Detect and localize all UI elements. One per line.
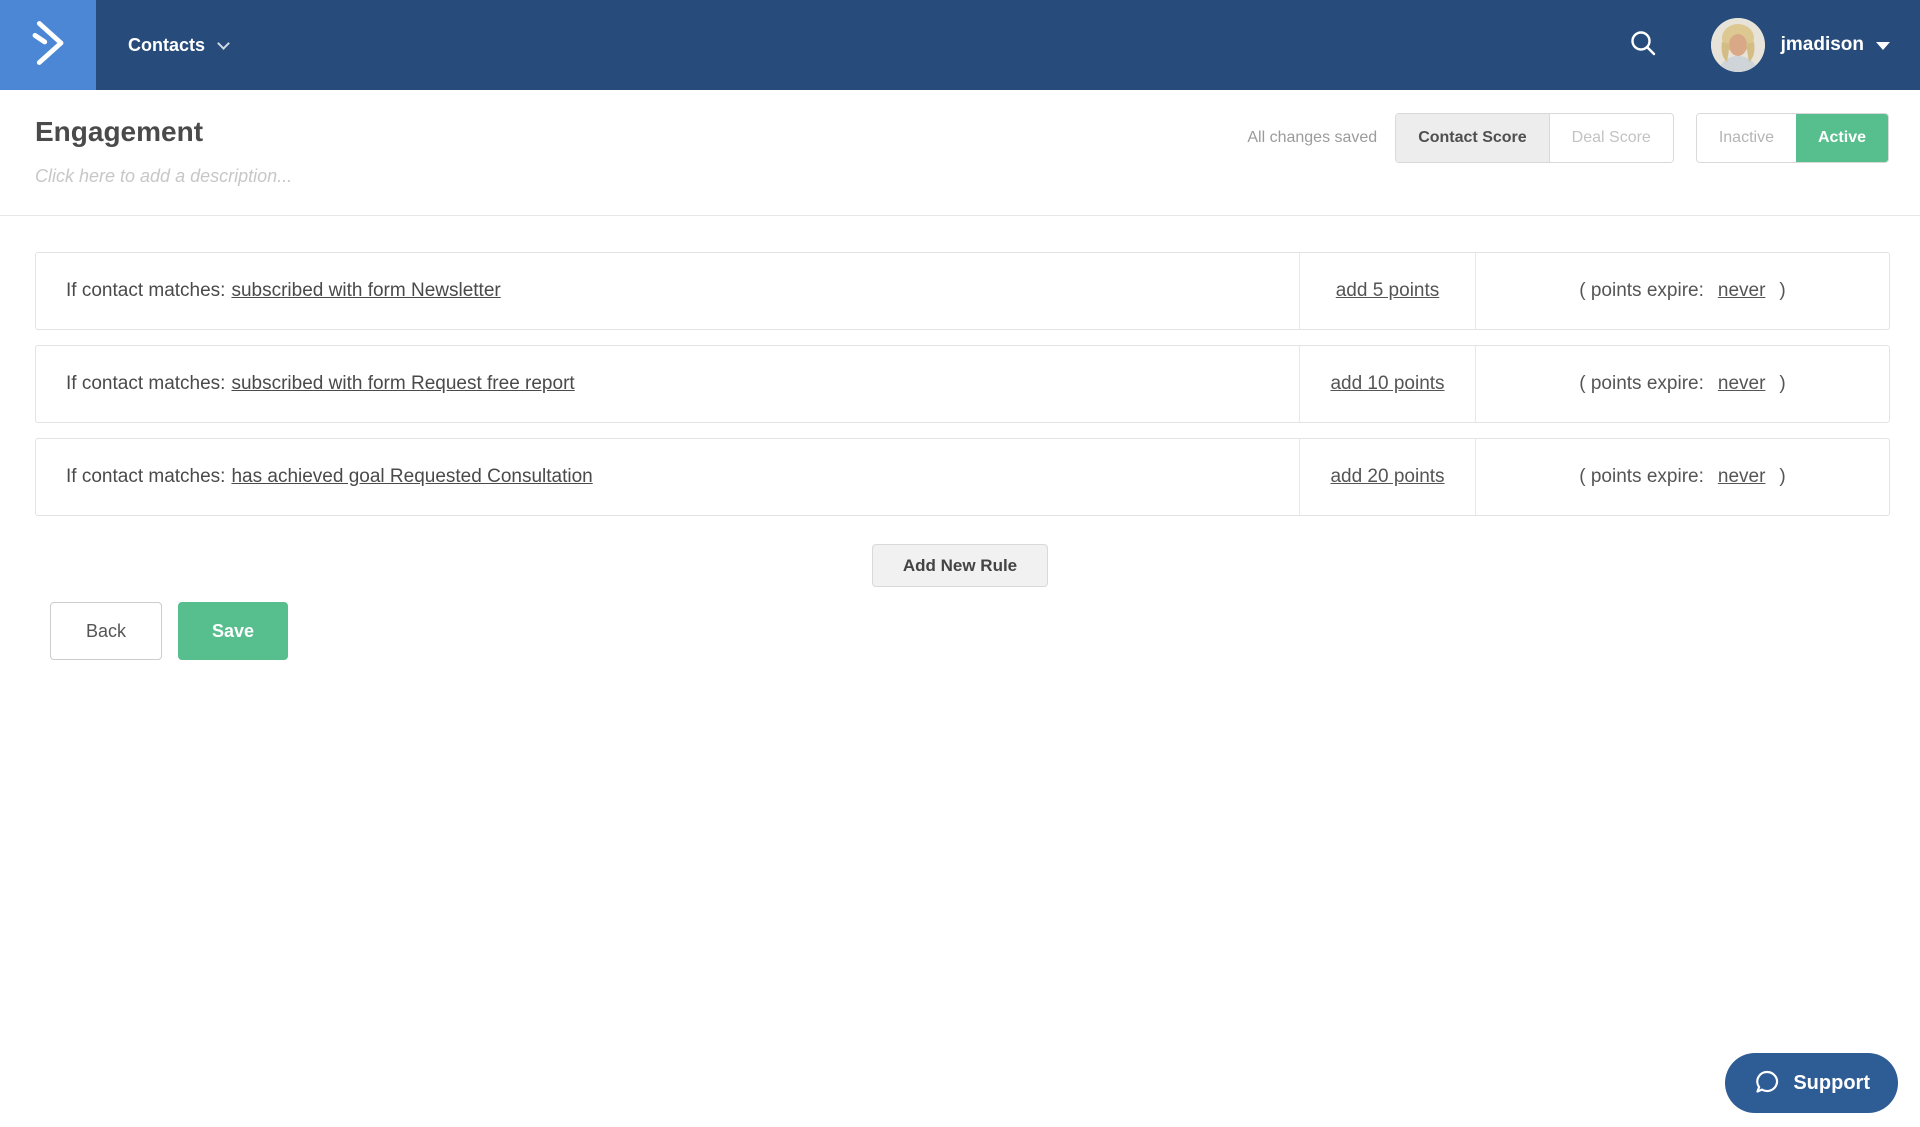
page-header: Engagement Click here to add a descripti…	[0, 90, 1920, 216]
rule-points-link[interactable]: add 5 points	[1336, 280, 1440, 302]
footer-actions: Back Save	[50, 602, 1920, 660]
score-type-toggle: Contact Score Deal Score	[1395, 113, 1674, 163]
support-button[interactable]: Support	[1725, 1053, 1898, 1113]
chevron-down-icon	[217, 36, 230, 50]
save-button[interactable]: Save	[178, 602, 288, 660]
expire-value-link[interactable]: never	[1718, 466, 1766, 488]
header-controls: All changes saved Contact Score Deal Sco…	[1247, 113, 1889, 163]
rule-expire-cell: ( points expire: never )	[1476, 253, 1889, 329]
rule-condition-link[interactable]: subscribed with form Request free report	[231, 373, 574, 395]
rule-condition-cell: If contact matches: subscribed with form…	[36, 346, 1299, 422]
app-logo[interactable]	[0, 0, 96, 90]
rule-points-cell: add 10 points	[1299, 346, 1476, 422]
username-label: jmadison	[1780, 34, 1864, 55]
rule-condition-link[interactable]: has achieved goal Requested Consultation	[231, 466, 592, 488]
user-menu[interactable]: jmadison	[1710, 18, 1890, 72]
rule-points-cell: add 20 points	[1299, 439, 1476, 515]
add-new-rule-button[interactable]: Add New Rule	[871, 544, 1049, 587]
rule-points-link[interactable]: add 10 points	[1330, 373, 1444, 395]
toggle-deal-score[interactable]: Deal Score	[1548, 114, 1673, 162]
contacts-menu[interactable]: Contacts	[128, 34, 230, 56]
rule-match-prefix: If contact matches:	[66, 373, 226, 394]
rule-condition-cell: If contact matches: subscribed with form…	[36, 253, 1299, 329]
rule-condition-cell: If contact matches: has achieved goal Re…	[36, 439, 1299, 515]
user-avatar	[1710, 18, 1765, 72]
expire-close: )	[1779, 373, 1786, 394]
rule-expire-cell: ( points expire: never )	[1476, 439, 1889, 515]
rule-points-cell: add 5 points	[1299, 253, 1476, 329]
support-label: Support	[1793, 1071, 1870, 1094]
expire-value-link[interactable]: never	[1718, 373, 1766, 395]
toggle-active[interactable]: Active	[1795, 114, 1888, 162]
toggle-inactive[interactable]: Inactive	[1696, 114, 1796, 162]
activecampaign-logo-icon	[22, 17, 74, 74]
expire-prefix: ( points expire:	[1579, 466, 1704, 487]
scoring-rules-list: If contact matches: subscribed with form…	[35, 252, 1890, 516]
rule-match-prefix: If contact matches:	[66, 280, 226, 301]
scoring-rule-row: If contact matches: subscribed with form…	[35, 345, 1890, 423]
expire-close: )	[1779, 280, 1786, 301]
expire-prefix: ( points expire:	[1579, 280, 1704, 301]
toggle-contact-score[interactable]: Contact Score	[1396, 114, 1549, 162]
caret-down-icon	[1876, 42, 1890, 50]
top-navbar: Contacts jmadison	[0, 0, 1920, 90]
contacts-menu-label: Contacts	[128, 34, 206, 55]
description-placeholder[interactable]: Click here to add a description...	[35, 166, 1890, 187]
expire-value-link[interactable]: never	[1718, 280, 1766, 302]
scoring-rule-row: If contact matches: subscribed with form…	[35, 252, 1890, 330]
expire-close: )	[1779, 466, 1786, 487]
save-status: All changes saved	[1247, 129, 1378, 146]
rule-expire-cell: ( points expire: never )	[1476, 346, 1889, 422]
search-icon	[1628, 28, 1658, 63]
scoring-rule-row: If contact matches: has achieved goal Re…	[35, 438, 1890, 516]
expire-prefix: ( points expire:	[1579, 373, 1704, 394]
active-state-toggle: Inactive Active	[1695, 113, 1889, 163]
add-rule-wrap: Add New Rule	[0, 544, 1920, 587]
chat-bubble-icon	[1753, 1068, 1781, 1099]
rule-condition-link[interactable]: subscribed with form Newsletter	[231, 280, 500, 302]
back-button[interactable]: Back	[50, 602, 162, 660]
search-button[interactable]	[1623, 25, 1663, 65]
rule-points-link[interactable]: add 20 points	[1330, 466, 1444, 488]
navbar-right: jmadison	[1623, 18, 1920, 72]
rule-match-prefix: If contact matches:	[66, 466, 226, 487]
